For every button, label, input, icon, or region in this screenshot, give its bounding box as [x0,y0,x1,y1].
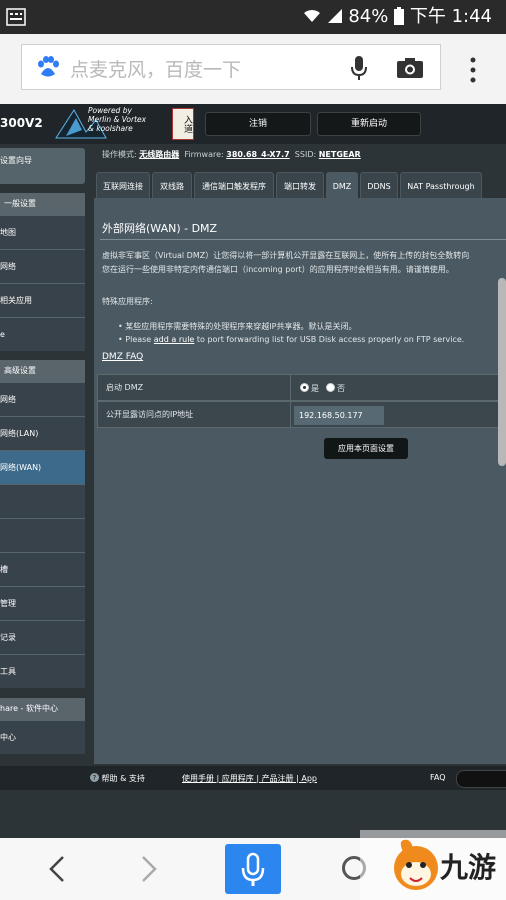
sidebar-item-firewall[interactable]: 槽 [0,552,85,586]
sidebar-item-wireless[interactable]: 网络 [0,382,85,416]
status-bar: 84% 下午 1:44 [0,0,506,34]
microphone-icon[interactable] [350,55,368,81]
svg-text:?: ? [93,774,97,782]
page-description: 虚拟非军事区（Virtual DMZ）让您得以将一部计算机公开显露在互联网上，使… [102,251,470,274]
baidu-paw-icon [38,56,59,77]
register-link[interactable]: 产品注册 [262,774,294,783]
radio-yes-label: 是 [311,384,319,393]
watermark-text: 九游 [440,851,497,884]
search-input[interactable]: 点麦克风，百度一下 [21,44,441,90]
sidebar-item-e[interactable]: e [0,317,85,351]
forward-icon[interactable] [138,854,160,884]
faq-label: FAQ [430,773,446,782]
scrollbar[interactable] [498,278,506,466]
app2-link[interactable]: App [301,774,317,783]
sidebar-general-header: 一般设置 [0,193,85,215]
manual-link[interactable]: 使用手册 [182,774,214,783]
sidebar-item-blank-2[interactable] [0,518,85,552]
status-right: 84% 下午 1:44 [303,5,492,29]
more-menu-icon[interactable] [468,56,478,84]
add-rule-link[interactable]: add a rule [154,335,195,344]
firmware-link[interactable]: 380.68_4-X7.7 [226,150,289,159]
sidebar-item-wan[interactable]: 网络(WAN) [0,450,85,484]
microphone-icon [241,852,265,886]
sidebar-item-apps[interactable]: 相关应用 [0,283,85,317]
tab-nat-passthrough[interactable]: NAT Passthrough [400,172,482,199]
keyboard-notification-icon [6,8,26,26]
tab-port-trigger[interactable]: 通信端口触发程序 [194,172,274,199]
tab-internet[interactable]: 互联网连接 [96,172,150,199]
app-link[interactable]: 应用程序 [222,774,254,783]
sidebar-item-software-center[interactable]: 中心 [0,720,85,754]
dmz-ip-label: 公开显露访问点的IP地址 [106,410,194,419]
logo-text: Powered by Merlin & Vortex & koolshare [88,106,147,133]
logo-badge: 入道 [172,108,194,140]
voice-search-button[interactable] [225,844,281,894]
wifi-icon [303,9,320,22]
back-icon[interactable] [46,854,68,884]
help-icon: ? [90,773,99,782]
sidebar-item-admin[interactable]: 管理 [0,586,85,620]
enable-dmz-row: 启动 DMZ 是 否 [97,374,506,401]
enable-dmz-label: 启动 DMZ [106,383,144,392]
faq-search-input[interactable] [456,770,506,788]
sidebar-setup-wizard[interactable]: 设置向导 [0,148,85,184]
sidebar-advanced-header: 高级设置 [0,360,85,382]
signal-icon [327,9,342,23]
title-divider [100,239,506,240]
sidebar-item-blank-1[interactable] [0,484,85,518]
sidebar-item-lan[interactable]: 网络(LAN) [0,416,85,450]
sidebar-item-network[interactable]: 网络 [0,249,85,283]
clock: 下午 1:44 [409,6,492,27]
firmware-info: 操作模式: 无线路由器 Firmware: 380.68_4-X7.7 SSID… [102,150,361,159]
sidebar-item-map[interactable]: 地图 [0,215,85,249]
radio-dmz-no[interactable] [326,383,335,392]
bullet-note-1: • 某些应用程序需要特殊的处理程序来穿越IP共享器。默认是关闭。 [118,322,357,331]
tab-port-forward[interactable]: 端口转发 [276,172,324,199]
dmz-ip-input[interactable]: 192.168.50.177 [294,406,384,425]
tab-ddns[interactable]: DDNS [360,172,398,199]
radio-no-label: 否 [337,384,345,393]
sidebar-item-tools[interactable]: 工具 [0,654,85,688]
page-title: 外部网络(WAN) - DMZ [102,222,218,235]
sidebar-item-log[interactable]: 记录 [0,620,85,654]
ssid-link[interactable]: NETGEAR [319,150,361,159]
router-model: 300V2 [0,116,43,130]
sidebar-software-header: hare - 软件中心 [0,698,85,720]
special-apps-label: 特殊应用程序: [102,297,153,306]
mode-link[interactable]: 无线路由器 [139,150,179,159]
logout-button[interactable]: 注销 [205,112,311,136]
apply-button[interactable]: 应用本页面设置 [324,438,408,459]
tab-dmz[interactable]: DMZ [326,172,358,199]
browser-toolbar: 点麦克风，百度一下 [0,34,506,104]
search-placeholder: 点麦克风，百度一下 [70,59,242,81]
dmz-faq-link[interactable]: DMZ FAQ [102,352,143,362]
radio-dmz-yes[interactable] [300,383,309,392]
battery-icon [394,7,405,25]
bullet-note-2: • Please add a rule to port forwarding l… [118,335,465,344]
help-support[interactable]: ? 帮助 & 支持 [90,773,145,784]
content-panel [94,198,506,764]
footer-links: 使用手册 | 应用程序 | 产品注册 | App [182,774,317,783]
camera-icon[interactable] [396,57,424,79]
reboot-button[interactable]: 重新启动 [317,112,421,136]
battery-percent: 84% [348,6,389,27]
tab-dual-wan[interactable]: 双线路 [152,172,192,199]
